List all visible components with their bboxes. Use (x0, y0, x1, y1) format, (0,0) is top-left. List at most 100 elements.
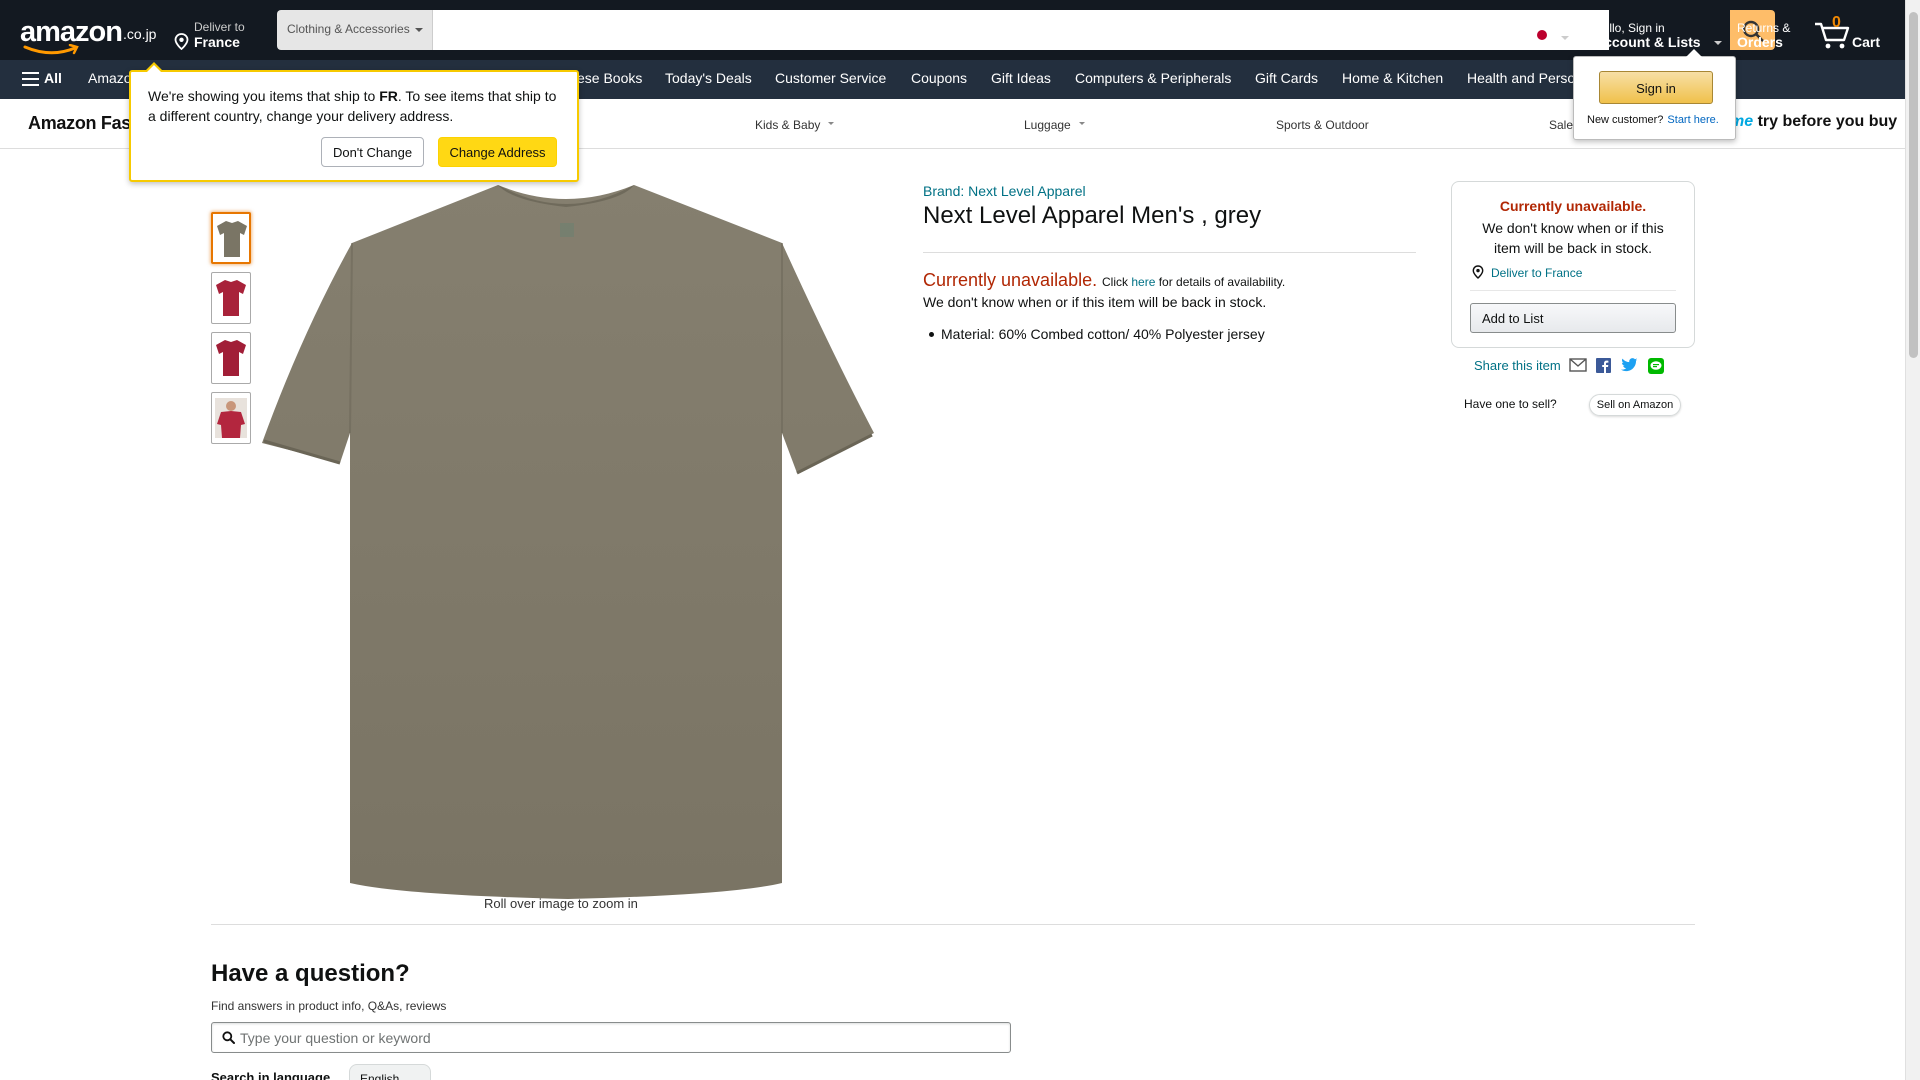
nav-item-customer-service[interactable]: Customer Service (775, 70, 886, 86)
browser-top-strip (0, 0, 1905, 10)
buy-box: Currently unavailable. We don't know whe… (1451, 181, 1695, 348)
promo-text: try before you buy (1757, 113, 1898, 130)
amazon-logo[interactable]: amazon .co.jp (20, 16, 157, 55)
ship-to-message: We're showing you items that ship to FR.… (148, 86, 568, 126)
add-to-list-button[interactable]: Add to List (1470, 303, 1676, 333)
site-header: amazon .co.jp Deliver to France Clothing… (0, 10, 1905, 60)
account-greeting: Hello, Sign in (1594, 21, 1665, 35)
availability-suffix: for details of availability. (1158, 275, 1286, 289)
sell-on-amazon-button[interactable]: Sell on Amazon (1589, 394, 1681, 416)
logo-tld: .co.jp (123, 26, 157, 42)
bullet-dot (929, 332, 934, 337)
thumbnail-red-tee-1[interactable] (211, 272, 251, 324)
nav-item-japanese-books[interactable]: ese Books (577, 70, 642, 86)
email-icon[interactable] (1569, 358, 1587, 377)
search-language-label: Search in language (211, 1070, 331, 1080)
subnav-kids-baby-label: Kids & Baby (755, 118, 821, 132)
search-input[interactable] (433, 10, 1609, 50)
signin-button[interactable]: Sign in (1599, 71, 1713, 104)
chevron-down-icon (1078, 122, 1085, 126)
chevron-down-icon (1561, 36, 1569, 40)
nav-item-home-kitchen[interactable]: Home & Kitchen (1342, 70, 1443, 86)
ship-to-country-popover: We're showing you items that ship to FR.… (129, 62, 579, 182)
ship-country: FR (379, 88, 398, 104)
subnav-sale[interactable]: Sale (1549, 118, 1573, 132)
feature-bullet: Material: 60% Combed cotton/ 40% Polyest… (929, 326, 1265, 342)
subnav-kids-baby[interactable]: Kids & Baby (755, 118, 835, 132)
language-select[interactable]: English (349, 1064, 431, 1080)
all-menu-label: All (44, 70, 62, 86)
nav-item-coupons[interactable]: Coupons (911, 70, 967, 86)
line-icon[interactable] (1648, 358, 1664, 379)
search-category-label: Clothing & Accessories (287, 22, 410, 36)
chevron-down-icon (1714, 41, 1722, 45)
brand-link[interactable]: Brand: Next Level Apparel (923, 183, 1086, 199)
change-address-button[interactable]: Change Address (438, 137, 557, 167)
buybox-unavailable: Currently unavailable. (1499, 198, 1647, 214)
nav-item-amazon[interactable]: Amazo (88, 70, 132, 86)
chevron-down-icon (828, 122, 835, 126)
account-and-lists[interactable]: Hello, Sign in Account & Lists (1594, 16, 1724, 54)
subnav-luggage[interactable]: Luggage (1024, 118, 1085, 132)
start-here-link[interactable]: Start here. (1667, 114, 1718, 126)
availability-here-link[interactable]: here (1131, 275, 1155, 289)
share-label: Share this item (1474, 358, 1561, 373)
cart-button[interactable]: 0 Cart (1812, 14, 1892, 54)
language-flag-selector[interactable] (1530, 26, 1574, 46)
scrollbar-thumb[interactable] (1909, 12, 1918, 358)
thumbnail-grey-tee[interactable] (211, 212, 251, 264)
location-pin-icon (174, 33, 189, 50)
qa-search-input[interactable] (240, 1024, 1000, 1051)
stock-message: We don't know when or if this item will … (923, 294, 1267, 310)
nav-item-todays-deals[interactable]: Today's Deals (665, 70, 752, 86)
location-pin-icon (1472, 265, 1484, 279)
hamburger-icon (22, 72, 39, 86)
amazon-product-page: amazon .co.jp Deliver to France Clothing… (0, 0, 1920, 1080)
cart-label: Cart (1852, 34, 1881, 50)
new-customer-text: New customer? Start here. (1587, 114, 1719, 126)
logo-smile-icon (23, 44, 79, 55)
tshirt-red-image (216, 280, 246, 316)
qa-heading: Have a question? (211, 960, 410, 987)
dont-change-button[interactable]: Don't Change (321, 137, 424, 167)
cart-count: 0 (1832, 14, 1841, 31)
availability-heading: Currently unavailable. (923, 270, 1098, 290)
prime-try-before-you-buy[interactable]: me try before you buy (1730, 113, 1897, 131)
availability-details: Click here for details of availability. (1102, 275, 1285, 289)
ship-msg-part1: We're showing you items that ship to (148, 88, 380, 104)
search-category-dropdown[interactable]: Clothing & Accessories (277, 10, 433, 50)
feature-bullet-text: Material: 60% Combed cotton/ 40% Polyest… (941, 326, 1265, 342)
share-icons (1569, 358, 1669, 376)
tshirt-grey-image (217, 221, 247, 257)
account-label: Account & Lists (1594, 34, 1701, 50)
deliver-label: Deliver to (194, 20, 245, 34)
popover-arrow (1686, 49, 1702, 57)
twitter-icon[interactable] (1621, 358, 1638, 377)
nav-item-computers[interactable]: Computers & Peripherals (1075, 70, 1231, 86)
qa-search-box (211, 1022, 1011, 1053)
signin-popover: Sign in New customer? Start here. (1573, 49, 1736, 140)
thumbnail-red-tee-2[interactable] (211, 332, 251, 384)
buybox-deliver-link[interactable]: Deliver to France (1491, 266, 1582, 280)
have-one-to-sell-label: Have one to sell? (1464, 397, 1557, 411)
nav-item-gift-ideas[interactable]: Gift Ideas (991, 70, 1051, 86)
page-scrollbar[interactable] (1905, 0, 1920, 1080)
subnav-sports-outdoor[interactable]: Sports & Outdoor (1276, 118, 1369, 132)
nav-item-gift-cards[interactable]: Gift Cards (1255, 70, 1318, 86)
product-title: Next Level Apparel Men's , grey (923, 202, 1262, 229)
new-customer-label: New customer? (1587, 114, 1664, 126)
qa-divider (211, 924, 1695, 925)
search-icon (222, 1031, 235, 1044)
tshirt-red-image (216, 340, 246, 376)
facebook-icon[interactable] (1596, 358, 1611, 378)
buybox-stock-message: We don't know when or if this item will … (1482, 220, 1664, 256)
nav-item-health[interactable]: Health and Perso (1467, 70, 1575, 86)
product-main-image[interactable] (262, 183, 874, 899)
thumbnail-model-red-tee[interactable] (211, 392, 251, 444)
buybox-divider (1470, 290, 1676, 291)
returns-and-orders[interactable]: Returns & Orders (1737, 16, 1807, 54)
store-brand[interactable]: Amazon Fas (28, 113, 131, 134)
title-divider (923, 252, 1416, 253)
rollover-zoom-hint: Roll over image to zoom in (484, 896, 638, 911)
deliver-to-location[interactable]: Deliver to France (174, 16, 254, 54)
